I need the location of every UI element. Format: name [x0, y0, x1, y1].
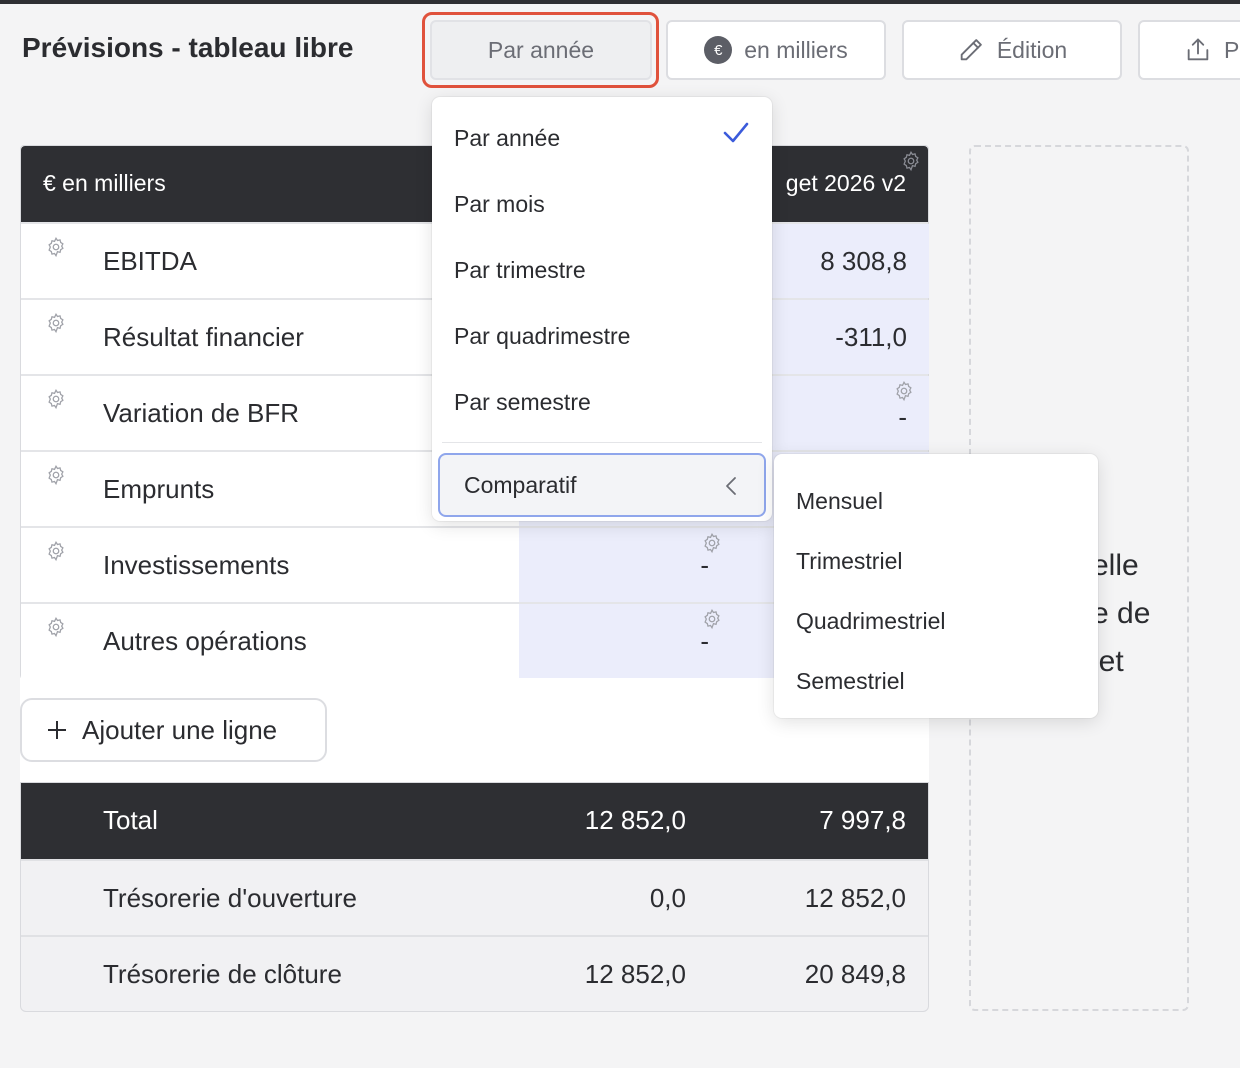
add-line-button[interactable]: Ajouter une ligne: [20, 698, 327, 762]
total-value: 7 997,8: [819, 805, 906, 835]
menu-divider: [442, 442, 762, 443]
closing-cash-value: 12 852,0: [584, 959, 686, 989]
check-icon: [722, 121, 750, 150]
add-column-text: elle e de jet: [1092, 542, 1182, 686]
total-row: Total 12 852,0 7 997,8: [21, 783, 928, 859]
opening-cash-row: Trésorerie d'ouverture 0,0 12 852,0: [21, 859, 928, 935]
opening-cash-value: 0,0: [649, 883, 686, 913]
totals-table: Total 12 852,0 7 997,8 Trésorerie d'ouve…: [20, 782, 929, 1012]
table-cell[interactable]: -: [519, 528, 739, 602]
row-settings-icon[interactable]: [45, 464, 67, 491]
submenu-item-quadrimestriel[interactable]: Quadrimestriel: [796, 608, 946, 635]
row-settings-icon[interactable]: [45, 616, 67, 643]
row-label: Emprunts: [103, 474, 215, 504]
menu-item-par-annee[interactable]: Par année: [454, 125, 560, 152]
cell-value: -: [700, 550, 709, 580]
row-settings-icon[interactable]: [45, 312, 67, 339]
menu-item-comparatif[interactable]: Comparatif: [438, 453, 766, 517]
edit-button-label: Édition: [996, 36, 1068, 63]
comparatif-submenu: Mensuel Trimestriel Quadrimestriel Semes…: [774, 454, 1098, 718]
period-dropdown-menu: Par année Par mois Par trimestre Par qua…: [432, 97, 772, 521]
export-button-label: P: [1224, 36, 1240, 63]
submenu-item-trimestriel[interactable]: Trimestriel: [796, 548, 902, 575]
add-column-text-line: elle: [1092, 549, 1139, 582]
add-line-label: Ajouter une ligne: [82, 714, 278, 745]
top-edge-bar: [0, 0, 1240, 4]
units-button[interactable]: € en milliers: [666, 20, 886, 80]
euro-icon: €: [704, 36, 733, 64]
period-select-label: Par année: [487, 36, 595, 63]
units-label: € en milliers: [43, 170, 166, 196]
add-column-text-line: e de: [1092, 597, 1151, 630]
menu-item-par-mois[interactable]: Par mois: [454, 191, 545, 218]
cell-value: -: [700, 626, 709, 656]
page-title: Prévisions - tableau libre: [22, 32, 354, 63]
cell-value: -: [898, 402, 907, 432]
submenu-item-mensuel[interactable]: Mensuel: [796, 488, 883, 515]
row-settings-icon[interactable]: [45, 236, 67, 263]
comparatif-label: Comparatif: [464, 472, 577, 498]
row-label: Variation de BFR: [103, 398, 300, 428]
menu-item-par-semestre[interactable]: Par semestre: [454, 389, 591, 416]
chevron-left-icon: [724, 475, 738, 502]
menu-item-par-quadrimestre[interactable]: Par quadrimestre: [454, 323, 630, 350]
period-select-button[interactable]: Par année: [430, 20, 652, 80]
units-button-label: en milliers: [744, 36, 848, 63]
cell-value: -311,0: [835, 322, 907, 352]
plus-icon: [46, 719, 68, 741]
column-header-budget: get 2026 v2: [785, 170, 906, 196]
total-value: 12 852,0: [584, 805, 686, 835]
submenu-item-semestriel[interactable]: Semestriel: [796, 668, 905, 695]
closing-cash-row: Trésorerie de clôture 12 852,0 20 849,8: [21, 935, 928, 1011]
closing-cash-value: 20 849,8: [804, 959, 906, 989]
row-settings-icon[interactable]: [45, 388, 67, 415]
edit-button[interactable]: Édition: [902, 20, 1122, 80]
export-button[interactable]: P: [1138, 20, 1240, 80]
opening-cash-value: 12 852,0: [804, 883, 906, 913]
row-label: Autres opérations: [103, 626, 307, 656]
row-label: EBITDA: [103, 246, 197, 276]
row-label: Investissements: [103, 550, 290, 580]
total-label: Total: [103, 805, 158, 835]
share-icon: [1184, 36, 1212, 64]
pencil-icon: [957, 36, 985, 64]
closing-cash-label: Trésorerie de clôture: [103, 959, 342, 989]
row-settings-icon[interactable]: [45, 540, 67, 567]
add-column-text-line: jet: [1092, 645, 1124, 678]
menu-item-par-trimestre[interactable]: Par trimestre: [454, 257, 586, 284]
cell-value: 8 308,8: [820, 246, 907, 276]
table-cell[interactable]: -: [519, 604, 739, 678]
opening-cash-label: Trésorerie d'ouverture: [103, 883, 357, 913]
row-label: Résultat financier: [103, 322, 304, 352]
column-settings-icon[interactable]: [900, 150, 922, 177]
